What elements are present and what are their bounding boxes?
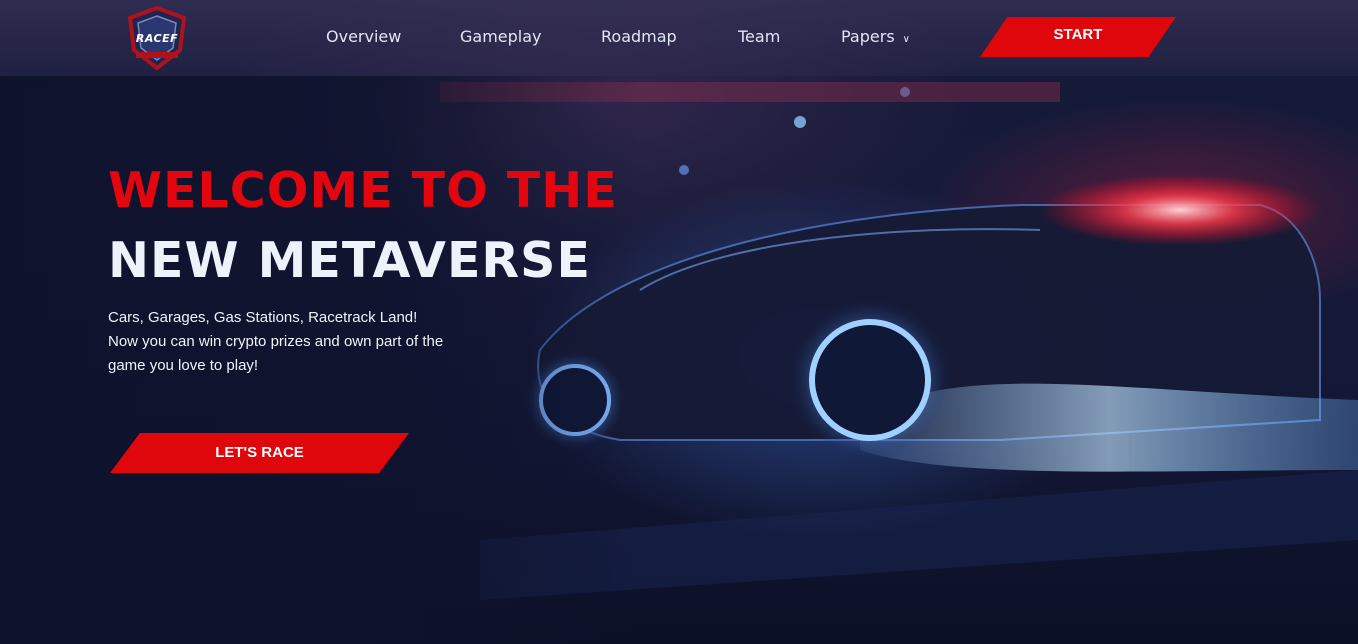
nav-overview[interactable]: Overview [326, 24, 401, 50]
landing-page: RACEF Overview Gameplay Roadmap Team Pap… [0, 0, 1358, 644]
hero-description-line: Now you can win crypto prizes and own pa… [108, 333, 444, 350]
nav-papers[interactable]: Papers ∨ [841, 24, 910, 50]
nav-roadmap[interactable]: Roadmap [601, 24, 677, 50]
start-button[interactable]: START [980, 17, 1176, 57]
lets-race-button-label: LET'S RACE [215, 444, 304, 461]
chevron-down-icon: ∨ [902, 34, 910, 45]
hero-description: Cars, Garages, Gas Stations, Racetrack L… [108, 306, 568, 378]
hero-title-line-1: WELCOME TO THE [108, 162, 618, 219]
hero-description-line: Cars, Garages, Gas Stations, Racetrack L… [108, 309, 418, 326]
nav-team[interactable]: Team [738, 24, 780, 50]
hero-title-line-2: NEW METAVERSE [108, 232, 591, 289]
lets-race-button[interactable]: LET'S RACE [110, 433, 409, 473]
hero-description-line: game you love to play! [108, 357, 259, 374]
start-button-label: START [1053, 26, 1103, 43]
nav-gameplay[interactable]: Gameplay [460, 24, 542, 50]
nav-papers-label: Papers [841, 27, 895, 46]
